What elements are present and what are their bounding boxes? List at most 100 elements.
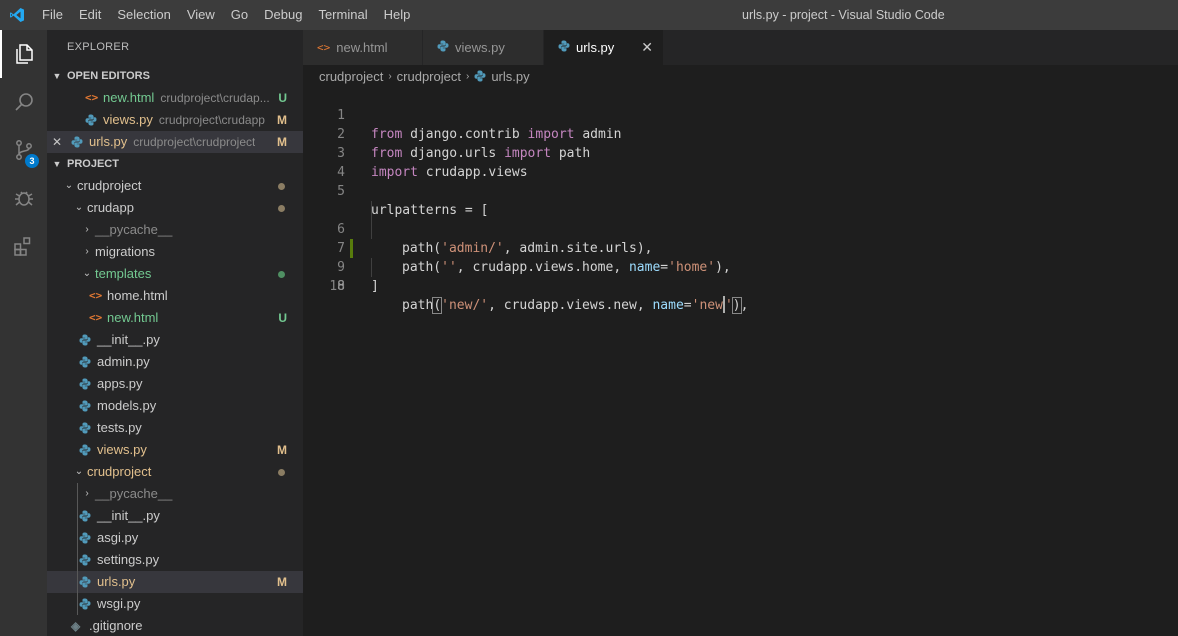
tree-file[interactable]: ◈ .gitignore xyxy=(47,615,303,636)
tree-file[interactable]: tests.py xyxy=(47,417,303,439)
tree-file-label: models.py xyxy=(97,398,157,413)
tree-folder[interactable]: ⌄ crudproject xyxy=(47,461,303,483)
breadcrumb-item[interactable]: crudproject xyxy=(319,69,383,84)
tree-file[interactable]: apps.py xyxy=(47,373,303,395)
git-status: M xyxy=(277,443,287,457)
python-file-icon xyxy=(85,114,103,126)
menu-edit[interactable]: Edit xyxy=(71,0,109,30)
tree-file[interactable]: views.py M xyxy=(47,439,303,461)
code-line[interactable]: 9 ] xyxy=(303,239,1178,294)
open-editors-title: OPEN EDITORS xyxy=(67,70,150,82)
chevron-right-icon: › xyxy=(85,246,89,257)
source-control-icon[interactable]: 3 xyxy=(0,126,47,174)
debug-icon[interactable] xyxy=(0,174,47,222)
tree-folder[interactable]: › __pycache__ xyxy=(47,219,303,241)
code-line[interactable]: 3 import crudapp.views xyxy=(303,125,1178,180)
menu-selection[interactable]: Selection xyxy=(109,0,178,30)
python-file-icon xyxy=(79,422,97,434)
explorer-icon[interactable] xyxy=(0,30,47,78)
tree-file[interactable]: __init__.py xyxy=(47,329,303,351)
git-status: M xyxy=(277,113,287,127)
tab-label: urls.py xyxy=(576,40,615,55)
menu-file[interactable]: File xyxy=(34,0,71,30)
menu-terminal[interactable]: Terminal xyxy=(310,0,375,30)
breadcrumb-item[interactable]: crudproject xyxy=(397,69,461,84)
activity-bar: 3 xyxy=(0,30,47,636)
python-file-icon xyxy=(79,356,97,368)
code-line[interactable]: 10 xyxy=(303,258,1178,294)
open-editor-path: crudproject\crudap... xyxy=(160,91,270,105)
tree-file[interactable]: models.py xyxy=(47,395,303,417)
code-editor[interactable]: 1 from django.contrib import admin 2 fro… xyxy=(303,87,1178,636)
tree-folder[interactable]: ⌄ templates xyxy=(47,263,303,285)
python-file-icon xyxy=(79,532,97,544)
modified-dot-icon xyxy=(278,469,285,476)
search-icon[interactable] xyxy=(0,78,47,126)
tree-file[interactable]: __init__.py xyxy=(47,505,303,527)
code-text: ] xyxy=(371,279,379,294)
tree-file-label: __init__.py xyxy=(97,508,160,523)
code-line[interactable]: 4 xyxy=(303,144,1178,180)
tab-new-html[interactable]: <> new.html xyxy=(303,30,423,65)
python-file-icon xyxy=(79,334,97,346)
html-file-icon: <> xyxy=(89,311,103,324)
chevron-down-icon: ⌄ xyxy=(74,202,84,213)
open-editors-section[interactable]: ▼ OPEN EDITORS xyxy=(47,65,303,87)
breadcrumb: crudproject › crudproject › urls.py xyxy=(303,65,1178,87)
tree-file-active[interactable]: urls.py M xyxy=(47,571,303,593)
code-line-current[interactable]: 8 path('new/', crudapp.views.new, name='… xyxy=(303,220,1178,314)
close-icon[interactable]: ✕ xyxy=(47,131,67,153)
chevron-down-icon: ⌄ xyxy=(82,268,92,279)
menu-help[interactable]: Help xyxy=(376,0,419,30)
title-bar: File Edit Selection View Go Debug Termin… xyxy=(0,0,1178,30)
code-line[interactable]: 1 from django.contrib import admin xyxy=(303,87,1178,142)
code-line[interactable]: 5 urlpatterns = [ xyxy=(303,163,1178,218)
breadcrumb-item[interactable]: urls.py xyxy=(491,69,529,84)
menu-view[interactable]: View xyxy=(179,0,223,30)
open-editor-item[interactable]: views.py crudproject\crudapp M xyxy=(47,109,303,131)
tree-folder[interactable]: ⌄ crudproject xyxy=(47,175,303,197)
html-file-icon: <> xyxy=(317,41,331,54)
menu-bar: File Edit Selection View Go Debug Termin… xyxy=(34,0,418,30)
code-line[interactable]: 7 path('', crudapp.views.home, name='hom… xyxy=(303,201,1178,275)
open-editor-name: new.html xyxy=(103,90,155,105)
menu-debug[interactable]: Debug xyxy=(256,0,310,30)
code-text: path('new/', crudapp.views.new, name='ne… xyxy=(402,296,749,314)
chevron-right-icon: › xyxy=(388,70,392,82)
tree-file-label: admin.py xyxy=(97,354,150,369)
chevron-down-icon: ▼ xyxy=(52,71,62,81)
tree-file[interactable]: wsgi.py xyxy=(47,593,303,615)
tab-close-icon[interactable]: ✕ xyxy=(641,39,653,56)
tab-views-py[interactable]: views.py xyxy=(423,30,544,65)
tab-label: new.html xyxy=(336,40,388,55)
code-line[interactable]: 2 from django.urls import path xyxy=(303,106,1178,161)
git-status: M xyxy=(277,575,287,589)
python-file-icon xyxy=(79,444,97,456)
menu-go[interactable]: Go xyxy=(223,0,256,30)
tab-urls-py[interactable]: urls.py ✕ xyxy=(544,30,664,65)
project-section[interactable]: ▼ PROJECT xyxy=(47,153,303,175)
tree-file[interactable]: <> new.html U xyxy=(47,307,303,329)
python-file-icon xyxy=(79,554,97,566)
tree-file-label: __init__.py xyxy=(97,332,160,347)
tree-file-label: settings.py xyxy=(97,552,160,567)
tree-file[interactable]: settings.py xyxy=(47,549,303,571)
code-line[interactable]: 6 path('admin/', admin.site.urls), xyxy=(303,182,1178,256)
open-editor-item[interactable]: <> new.html crudproject\crudap... U xyxy=(47,87,303,109)
python-file-icon xyxy=(437,40,449,55)
tree-folder-label: templates xyxy=(95,266,152,281)
tree-folder[interactable]: ⌄ crudapp xyxy=(47,197,303,219)
tree-file[interactable]: <> home.html xyxy=(47,285,303,307)
tree-file[interactable]: asgi.py xyxy=(47,527,303,549)
tree-folder[interactable]: › __pycache__ xyxy=(47,483,303,505)
chevron-down-icon: ▼ xyxy=(52,159,62,169)
python-file-icon xyxy=(79,378,97,390)
open-editor-item-active[interactable]: ✕ urls.py crudproject\crudproject M xyxy=(47,131,303,153)
scm-badge: 3 xyxy=(25,154,39,168)
extensions-icon[interactable] xyxy=(0,222,47,270)
modified-dot-icon xyxy=(278,205,285,212)
tree-folder[interactable]: › migrations xyxy=(47,241,303,263)
open-editor-path: crudproject\crudapp xyxy=(158,113,265,127)
tree-file[interactable]: admin.py xyxy=(47,351,303,373)
explorer-sidebar: EXPLORER ▼ OPEN EDITORS <> new.html crud… xyxy=(47,30,303,636)
